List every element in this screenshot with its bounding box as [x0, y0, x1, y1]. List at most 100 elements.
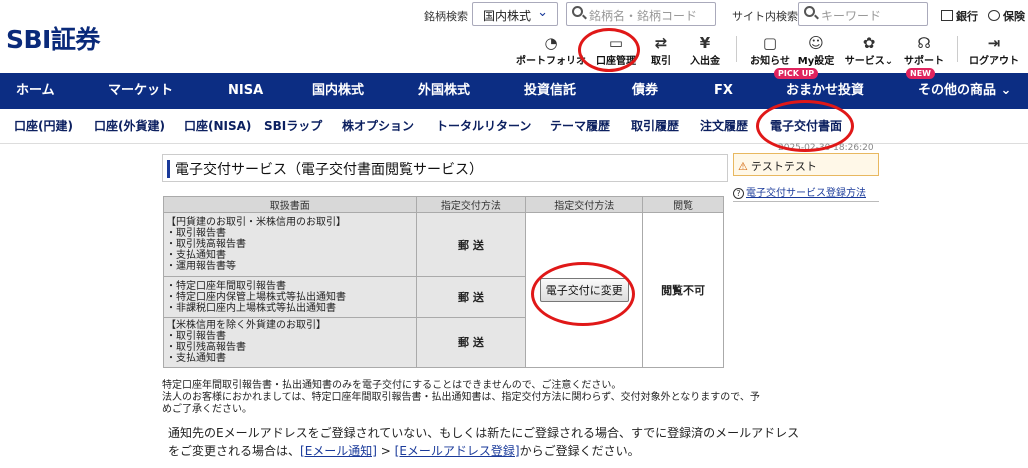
nav-support[interactable]: ☊ サポート: [901, 34, 947, 68]
items-text: 【円貨建のお取引・米株信用のお取引】 ・取引報告書 ・取引残高報告書 ・支払通知…: [166, 217, 346, 273]
nav-trade[interactable]: ⇄ 取引: [644, 34, 678, 68]
subnav-theme-history[interactable]: テーマ履歴: [550, 109, 610, 144]
stock-search-placeholder: 銘柄名・銘柄コード: [589, 9, 698, 23]
side-warning: ⚠ テストテスト: [733, 153, 879, 176]
subnav-yen-account[interactable]: 口座(円建): [14, 109, 73, 144]
nav-notice-label: お知らせ: [750, 56, 790, 67]
stock-search-input[interactable]: 銘柄名・銘柄コード: [566, 2, 716, 26]
notice-icon: ▢: [762, 34, 778, 52]
bank-icon: [941, 10, 953, 21]
table-cell-view: 閲覧不可: [642, 212, 724, 368]
site-search-label: サイト内検索: [732, 10, 798, 23]
pickup-badge: PICK UP: [774, 68, 819, 79]
table-header: 指定交付方法: [415, 195, 527, 214]
deposit-icon: ¥: [699, 34, 711, 52]
nav-trade-label: 取引: [651, 56, 671, 67]
market-select[interactable]: 国内株式 ⌄: [472, 2, 558, 26]
nav-service-label: サービス: [844, 56, 885, 67]
bank-link[interactable]: 銀行: [941, 8, 978, 24]
main-nav-home[interactable]: ホーム: [16, 73, 55, 109]
table-cell-items: ・特定口座年間取引報告書 ・特定口座内保管上場株式等払出通知書 ・非課税口座内上…: [163, 276, 417, 318]
main-nav-market[interactable]: マーケット: [108, 73, 173, 109]
table-cell-items: 【円貨建のお取引・米株信用のお取引】 ・取引報告書 ・取引残高報告書 ・支払通知…: [163, 212, 417, 278]
title-accent: [167, 160, 170, 178]
table-header: 指定交付方法: [525, 195, 644, 214]
email-notification-link[interactable]: [Eメール通知]: [300, 444, 377, 458]
nav-support-label: サポート: [904, 56, 944, 67]
subnav-trade-history[interactable]: 取引履歴: [631, 109, 679, 144]
search-icon: [804, 6, 815, 17]
nav-deposit-label: 入出金: [690, 56, 720, 67]
main-nav-fx[interactable]: FX: [714, 73, 733, 109]
main-nav-bond[interactable]: 債券: [632, 73, 658, 109]
new-badge: NEW: [906, 68, 935, 79]
nav-logout[interactable]: ⇥ ログアウト: [966, 34, 1022, 68]
subnav-sbi-wrap[interactable]: SBIラップ: [264, 109, 322, 144]
divider: [736, 36, 737, 62]
items-text: ・特定口座年間取引報告書 ・特定口座内保管上場株式等払出通知書 ・非課税口座内上…: [166, 280, 346, 314]
main-nav-fund[interactable]: 投資信託: [524, 73, 576, 109]
note-line: 特定口座年間取引報告書・払出通知書のみを電子交付にすることはできませんので、ご注…: [162, 380, 622, 391]
chevron-down-icon: ⌄: [537, 5, 548, 20]
email-note-line: 通知先のEメールアドレスをご登録されていない、もしくは新たにご登録される場合、す…: [168, 426, 800, 440]
email-address-register-link[interactable]: [Eメールアドレス登録]: [395, 444, 520, 458]
table-cell-method: 郵 送: [415, 276, 527, 318]
table-cell-method: 郵 送: [415, 316, 527, 369]
site-search-placeholder: キーワード: [821, 9, 882, 23]
subnav-foreign-account[interactable]: 口座(外貨建): [94, 109, 165, 144]
note-line: めご了承ください。: [162, 404, 252, 415]
nav-portfolio-label: ポートフォリオ: [516, 56, 586, 67]
help-link[interactable]: ? 電子交付サービス登録方法: [733, 184, 866, 199]
delivery-table: 取扱書面 指定交付方法 指定交付方法 閲覧 【円貨建のお取引・米株信用のお取引】…: [163, 195, 724, 369]
annotation-circle-e-delivery: [756, 100, 854, 152]
page-title: 電子交付サービス（電子交付書面閲覧サービス）: [175, 162, 483, 178]
divider: [957, 36, 958, 62]
side-warning-text: テストテスト: [750, 160, 817, 173]
table-header: 取扱書面: [163, 195, 417, 214]
items-text: 【米株信用を除く外貨建のお取引】 ・取引報告書 ・取引残高報告書 ・支払通知書: [166, 320, 326, 365]
subnav-total-return[interactable]: トータルリターン: [436, 109, 531, 144]
main-nav-foreign-stock[interactable]: 外国株式: [418, 73, 470, 109]
subnav-stock-option[interactable]: 株オプション: [342, 109, 414, 144]
chevron-down-icon: ⌄: [1000, 83, 1012, 98]
main-nav-nisa[interactable]: NISA: [228, 73, 263, 109]
portfolio-icon: ◔: [544, 34, 558, 52]
help-link-label: 電子交付サービス登録方法: [746, 188, 866, 199]
note-line: 法人のお客様におかれましては、特定口座年間取引報告書・払出通知書は、指定交付方法…: [162, 392, 760, 403]
main-nav: ホーム マーケット NISA 国内株式 外国株式 投資信託 債券 FX おまかせ…: [0, 68, 1028, 109]
insurance-link-label: 保険: [1003, 10, 1025, 23]
nav-settings-label: My設定: [797, 56, 835, 67]
subnav-order-history[interactable]: 注文履歴: [700, 109, 748, 144]
main-nav-domestic-stock[interactable]: 国内株式: [312, 73, 364, 109]
chevron-down-icon: ⌄: [884, 56, 894, 67]
nav-settings[interactable]: ☺ My設定: [796, 34, 836, 68]
main-nav-other-label: その他の商品: [918, 83, 997, 98]
nav-service[interactable]: ✿ サービス⌄: [843, 34, 895, 68]
subnav-nisa-account[interactable]: 口座(NISA): [184, 109, 251, 144]
insurance-link[interactable]: 保険: [988, 8, 1025, 24]
table-header: 閲覧: [642, 195, 724, 214]
sbi-logo[interactable]: SBI証券: [6, 20, 100, 56]
nav-deposit[interactable]: ¥ 入出金: [686, 34, 724, 68]
nav-portfolio[interactable]: ◔ ポートフォリオ: [515, 34, 587, 68]
umbrella-icon: [988, 10, 1000, 21]
logout-icon: ⇥: [987, 34, 1001, 52]
email-note-line2: をご変更される場合は、[Eメール通知] > [Eメールアドレス登録]からご登録く…: [168, 442, 640, 460]
table-cell-method: 郵 送: [415, 212, 527, 278]
support-icon: ☊: [917, 34, 931, 52]
email-note-post: からご登録ください。: [519, 444, 640, 458]
nav-notice[interactable]: ▢ お知らせ: [748, 34, 792, 68]
question-icon: ?: [733, 188, 744, 199]
email-note-sep: >: [376, 444, 395, 458]
sub-nav: 口座(円建) 口座(外貨建) 口座(NISA) SBIラップ 株オプション トー…: [0, 109, 1028, 144]
bank-link-label: 銀行: [956, 10, 978, 23]
trade-icon: ⇄: [654, 34, 668, 52]
divider: [733, 201, 879, 202]
nav-logout-label: ログアウト: [969, 56, 1019, 67]
service-icon: ✿: [862, 34, 876, 52]
site-search-input[interactable]: キーワード: [798, 2, 928, 26]
table-cell-items: 【米株信用を除く外貨建のお取引】 ・取引報告書 ・取引残高報告書 ・支払通知書: [163, 316, 417, 369]
email-note-pre: をご変更される場合は、: [168, 444, 301, 458]
stock-search-label: 銘柄検索: [424, 10, 468, 23]
search-icon: [572, 6, 583, 17]
